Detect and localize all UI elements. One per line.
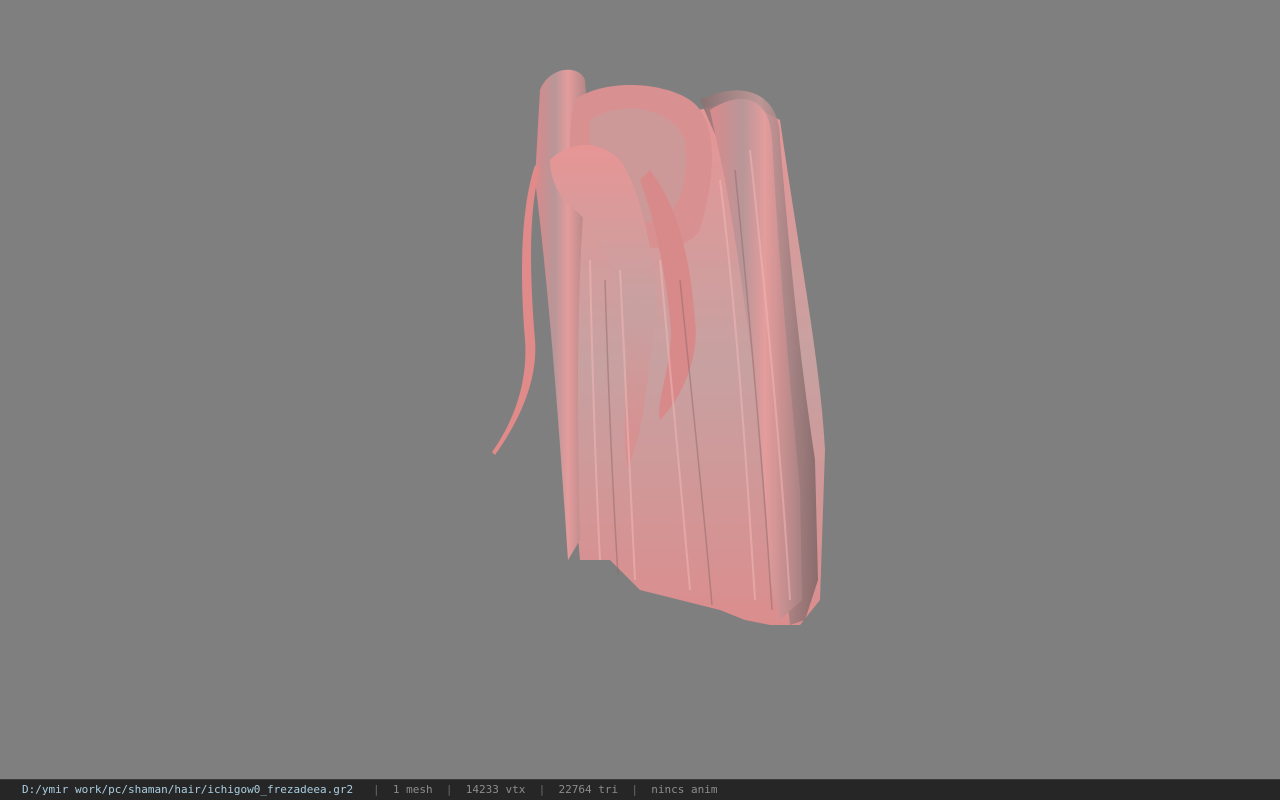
status-bar: D:/ymir work/pc/shaman/hair/ichigow0_fre… — [0, 779, 1280, 800]
animation-status: nincs anim — [651, 783, 718, 796]
status-separator: | — [373, 783, 380, 796]
file-path: D:/ymir work/pc/shaman/hair/ichigow0_fre… — [22, 783, 354, 796]
mesh-count: 1 mesh — [392, 783, 433, 796]
status-separator: | — [538, 783, 546, 796]
status-separator: | — [445, 783, 453, 796]
status-separator: | — [631, 783, 638, 796]
triangle-count: 22764 tri — [558, 783, 619, 796]
3d-viewport[interactable] — [0, 0, 1280, 779]
hair-model — [492, 69, 825, 626]
vertex-count: 14233 vtx — [465, 783, 526, 796]
